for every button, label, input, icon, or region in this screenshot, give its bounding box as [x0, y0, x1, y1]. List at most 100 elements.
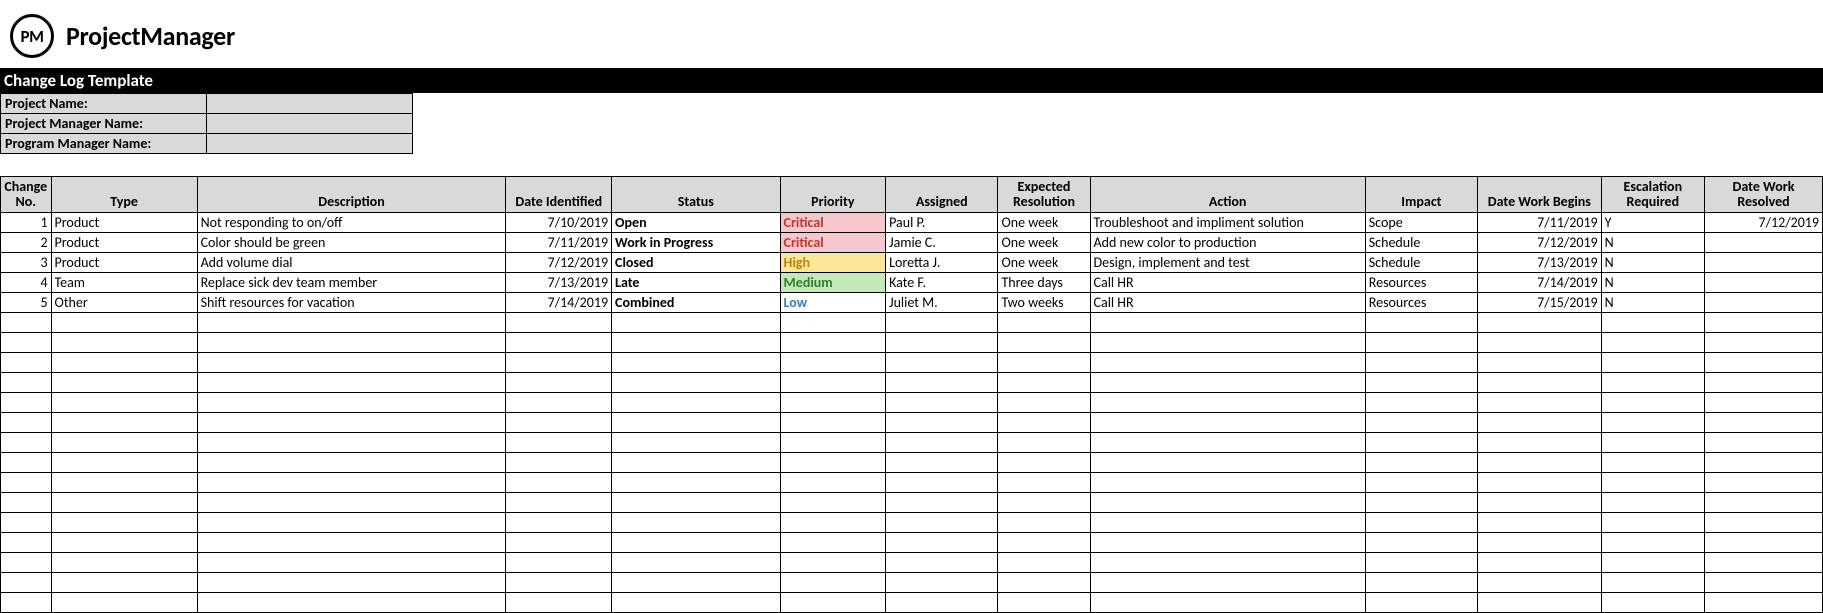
cell-empty[interactable]: [1478, 332, 1602, 352]
cell-empty[interactable]: [51, 432, 197, 452]
cell-empty[interactable]: [1365, 312, 1477, 332]
cell-empty[interactable]: [886, 532, 998, 552]
cell-empty[interactable]: [886, 352, 998, 372]
cell-exp[interactable]: One week: [998, 232, 1090, 252]
cell-empty[interactable]: [998, 412, 1090, 432]
cell-date-wb[interactable]: 7/14/2019: [1478, 272, 1602, 292]
cell-empty[interactable]: [998, 572, 1090, 592]
cell-exp[interactable]: Two weeks: [998, 292, 1090, 312]
cell-empty[interactable]: [612, 332, 780, 352]
cell-empty[interactable]: [506, 412, 612, 432]
cell-type[interactable]: Product: [51, 252, 197, 272]
cell-empty[interactable]: [1478, 352, 1602, 372]
meta-value-prog[interactable]: [207, 134, 413, 154]
cell-priority[interactable]: High: [780, 252, 886, 272]
cell-empty[interactable]: [780, 392, 886, 412]
cell-empty[interactable]: [1704, 472, 1822, 492]
cell-date-wr[interactable]: [1704, 292, 1822, 312]
cell-empty[interactable]: [51, 492, 197, 512]
cell-empty[interactable]: [1365, 472, 1477, 492]
cell-impact[interactable]: Resources: [1365, 272, 1477, 292]
cell-assigned[interactable]: Jamie C.: [886, 232, 998, 252]
cell-empty[interactable]: [780, 332, 886, 352]
cell-empty[interactable]: [998, 492, 1090, 512]
cell-empty[interactable]: [197, 592, 506, 612]
cell-priority[interactable]: Critical: [780, 232, 886, 252]
cell-empty[interactable]: [1601, 412, 1704, 432]
cell-empty[interactable]: [1090, 492, 1365, 512]
cell-empty[interactable]: [998, 312, 1090, 332]
cell-empty[interactable]: [612, 532, 780, 552]
cell-empty[interactable]: [1478, 512, 1602, 532]
cell-date-id[interactable]: 7/13/2019: [506, 272, 612, 292]
cell-empty[interactable]: [1365, 572, 1477, 592]
cell-empty[interactable]: [998, 532, 1090, 552]
cell-empty[interactable]: [1601, 492, 1704, 512]
cell-empty[interactable]: [1478, 452, 1602, 472]
cell-empty[interactable]: [506, 372, 612, 392]
cell-impact[interactable]: Resources: [1365, 292, 1477, 312]
cell-empty[interactable]: [1478, 432, 1602, 452]
cell-empty[interactable]: [1365, 532, 1477, 552]
cell-empty[interactable]: [1090, 372, 1365, 392]
cell-empty[interactable]: [1365, 352, 1477, 372]
cell-empty[interactable]: [1365, 512, 1477, 532]
cell-empty[interactable]: [197, 432, 506, 452]
cell-empty[interactable]: [51, 372, 197, 392]
cell-action[interactable]: Add new color to production: [1090, 232, 1365, 252]
cell-empty[interactable]: [506, 492, 612, 512]
cell-empty[interactable]: [1365, 372, 1477, 392]
cell-empty[interactable]: [1704, 352, 1822, 372]
cell-empty[interactable]: [1365, 452, 1477, 472]
cell-empty[interactable]: [1090, 572, 1365, 592]
cell-empty[interactable]: [1, 452, 52, 472]
cell-empty[interactable]: [197, 332, 506, 352]
cell-date-id[interactable]: 7/11/2019: [506, 232, 612, 252]
cell-empty[interactable]: [998, 592, 1090, 612]
cell-empty[interactable]: [998, 392, 1090, 412]
cell-empty[interactable]: [1601, 432, 1704, 452]
cell-empty[interactable]: [1090, 432, 1365, 452]
cell-empty[interactable]: [1, 312, 52, 332]
cell-impact[interactable]: Schedule: [1365, 232, 1477, 252]
cell-empty[interactable]: [1090, 472, 1365, 492]
cell-assigned[interactable]: Kate F.: [886, 272, 998, 292]
cell-empty[interactable]: [780, 412, 886, 432]
cell-exp[interactable]: One week: [998, 252, 1090, 272]
cell-empty[interactable]: [197, 412, 506, 432]
cell-empty[interactable]: [1478, 372, 1602, 392]
cell-empty[interactable]: [51, 472, 197, 492]
cell-empty[interactable]: [886, 472, 998, 492]
cell-empty[interactable]: [1601, 452, 1704, 472]
cell-assigned[interactable]: Loretta J.: [886, 252, 998, 272]
cell-empty[interactable]: [998, 332, 1090, 352]
cell-exp[interactable]: Three days: [998, 272, 1090, 292]
cell-empty[interactable]: [1, 372, 52, 392]
cell-date-id[interactable]: 7/14/2019: [506, 292, 612, 312]
cell-empty[interactable]: [612, 472, 780, 492]
cell-empty[interactable]: [612, 372, 780, 392]
cell-action[interactable]: Call HR: [1090, 272, 1365, 292]
cell-empty[interactable]: [197, 532, 506, 552]
cell-desc[interactable]: Add volume dial: [197, 252, 506, 272]
cell-empty[interactable]: [998, 512, 1090, 532]
cell-empty[interactable]: [1601, 392, 1704, 412]
cell-empty[interactable]: [1704, 412, 1822, 432]
cell-action[interactable]: Call HR: [1090, 292, 1365, 312]
cell-empty[interactable]: [780, 552, 886, 572]
cell-empty[interactable]: [1, 572, 52, 592]
cell-empty[interactable]: [612, 512, 780, 532]
cell-assigned[interactable]: Juliet M.: [886, 292, 998, 312]
cell-empty[interactable]: [1704, 512, 1822, 532]
cell-empty[interactable]: [506, 532, 612, 552]
cell-empty[interactable]: [780, 352, 886, 372]
cell-empty[interactable]: [1090, 392, 1365, 412]
cell-date-wr[interactable]: [1704, 272, 1822, 292]
meta-value-pm[interactable]: [207, 114, 413, 134]
cell-empty[interactable]: [1704, 492, 1822, 512]
cell-empty[interactable]: [1, 592, 52, 612]
cell-no[interactable]: 2: [1, 232, 52, 252]
cell-empty[interactable]: [1478, 412, 1602, 432]
cell-empty[interactable]: [51, 352, 197, 372]
cell-no[interactable]: 4: [1, 272, 52, 292]
